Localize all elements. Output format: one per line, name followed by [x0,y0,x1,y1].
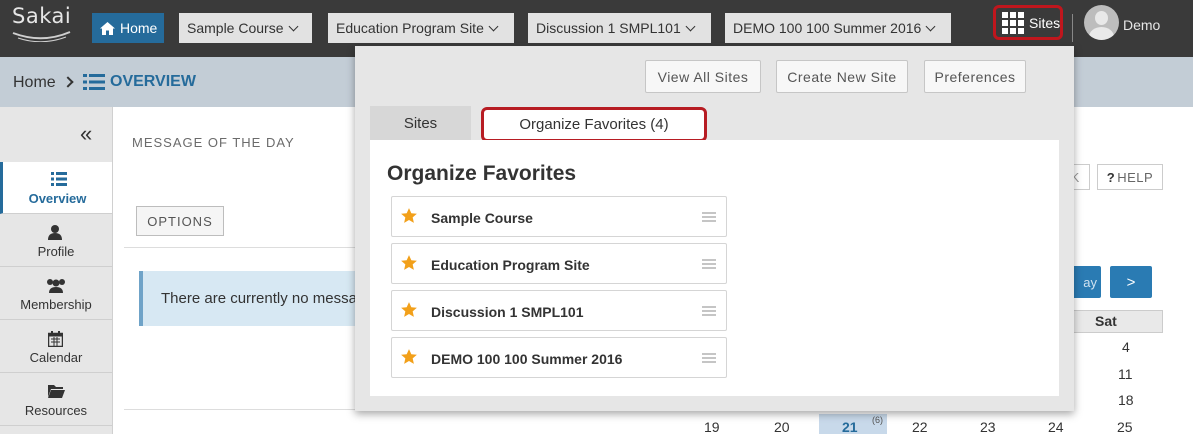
home-button[interactable]: Home [92,13,164,43]
calendar-icon [48,331,63,347]
user-icon [48,225,62,240]
panel-heading: Organize Favorites [387,162,577,185]
star-icon[interactable] [400,207,418,225]
site-tab-label: Sample Course [187,20,284,36]
sidebar-item-resources[interactable]: Resources [0,374,112,426]
sidebar-item-label: Resources [24,403,88,418]
calendar-day[interactable]: 24 [1048,419,1064,435]
home-label: Home [120,20,158,36]
list-icon [51,172,67,186]
chevron-down-icon [288,21,298,31]
sidebar-item-calendar[interactable]: Calendar [0,321,112,373]
help-label: HELP [1117,169,1154,185]
chevron-down-icon [685,21,696,31]
site-tab-label: Education Program Site [336,20,484,36]
collapse-sidebar-icon[interactable]: « [80,121,92,147]
page-title: OVERVIEW [110,73,196,90]
sidebar-item-label: Calendar [29,350,83,365]
calendar-day[interactable]: 19 [704,419,720,435]
logo-swoosh-icon [12,31,71,42]
calendar-day-header: Sat [1095,313,1117,329]
calendar-next-button[interactable]: > [1110,266,1152,298]
site-tab-label: DEMO 100 100 Summer 2016 [733,20,922,36]
calendar-day[interactable]: 23 [980,419,996,435]
site-tab-demo[interactable]: DEMO 100 100 Summer 2016 [725,13,951,43]
organize-favorites-panel: Organize Favorites Sample Course Educati… [370,140,1059,396]
sidebar-item-label: Membership [20,297,92,312]
sites-button[interactable]: Sites [993,5,1063,40]
star-icon[interactable] [400,301,418,319]
chevron-right-icon [62,76,74,88]
grid-icon [1002,11,1024,34]
avatar[interactable] [1084,5,1119,40]
calendar-day[interactable]: 18 [1118,392,1134,408]
sidebar-item-profile[interactable]: Profile [0,215,112,267]
preferences-button[interactable]: Preferences [924,60,1026,93]
calendar-day[interactable]: 4 [1122,339,1130,355]
sidebar-item-overview[interactable]: Overview [0,162,112,214]
site-tab-discussion[interactable]: Discussion 1 SMPL101 [528,13,711,43]
favorite-name: Discussion 1 SMPL101 [431,304,584,320]
divider [1072,14,1073,42]
star-icon[interactable] [400,254,418,272]
calendar-day[interactable]: 25 [1117,419,1133,435]
list-icon [83,74,105,90]
users-icon [47,279,65,293]
sidebar-item-membership[interactable]: Membership [0,268,112,320]
sidebar-item-label: Overview [28,191,87,206]
help-icon: ? [1106,169,1116,185]
drag-handle-icon[interactable] [702,306,716,316]
home-icon [100,21,115,35]
calendar-day-today[interactable]: 21 [842,419,858,435]
message-of-the-day-title: MESSAGE OF THE DAY [132,135,295,150]
favorite-item[interactable]: Education Program Site [391,243,727,284]
create-new-site-button[interactable]: Create New Site [776,60,908,93]
drag-handle-icon[interactable] [702,259,716,269]
view-all-sites-button[interactable]: View All Sites [645,60,761,93]
sakai-logo[interactable]: Sakai [12,4,72,44]
favorite-name: Sample Course [431,210,533,226]
breadcrumb-home-link[interactable]: Home [13,74,56,92]
motd-notice: There are currently no messages [139,271,369,326]
drag-handle-icon[interactable] [702,353,716,363]
favorite-item[interactable]: Sample Course [391,196,727,237]
site-tab-label: Discussion 1 SMPL101 [536,20,681,36]
drag-handle-icon[interactable] [702,212,716,222]
user-name[interactable]: Demo [1123,17,1160,33]
calendar-day[interactable]: 22 [912,419,928,435]
star-icon[interactable] [400,348,418,366]
calendar-event-count: (6) [872,415,883,425]
calendar-header [1072,310,1163,333]
favorite-item[interactable]: DEMO 100 100 Summer 2016 [391,337,727,378]
help-button[interactable]: ? HELP [1097,164,1163,190]
folder-icon [48,385,65,398]
site-tab-sample-course[interactable]: Sample Course [179,13,312,43]
tab-sites[interactable]: Sites [370,106,471,141]
sites-dropdown: View All Sites Create New Site Preferenc… [355,46,1074,411]
tool-sidebar: « Overview Profile Membership Calendar R… [0,107,113,434]
sites-button-label: Sites [1029,14,1061,31]
calendar-day[interactable]: 20 [774,419,790,435]
favorite-name: DEMO 100 100 Summer 2016 [431,351,623,367]
calendar-day[interactable]: 11 [1118,366,1133,382]
favorite-item[interactable]: Discussion 1 SMPL101 [391,290,727,331]
chevron-down-icon [488,21,499,31]
sidebar-item-label: Profile [37,244,75,259]
tab-organize-favorites[interactable]: Organize Favorites (4) [481,107,707,142]
favorite-name: Education Program Site [431,257,590,273]
site-tab-education-program[interactable]: Education Program Site [328,13,514,43]
options-button[interactable]: OPTIONS [136,206,224,236]
chevron-down-icon [925,21,936,31]
logo-text: Sakai [12,4,72,28]
